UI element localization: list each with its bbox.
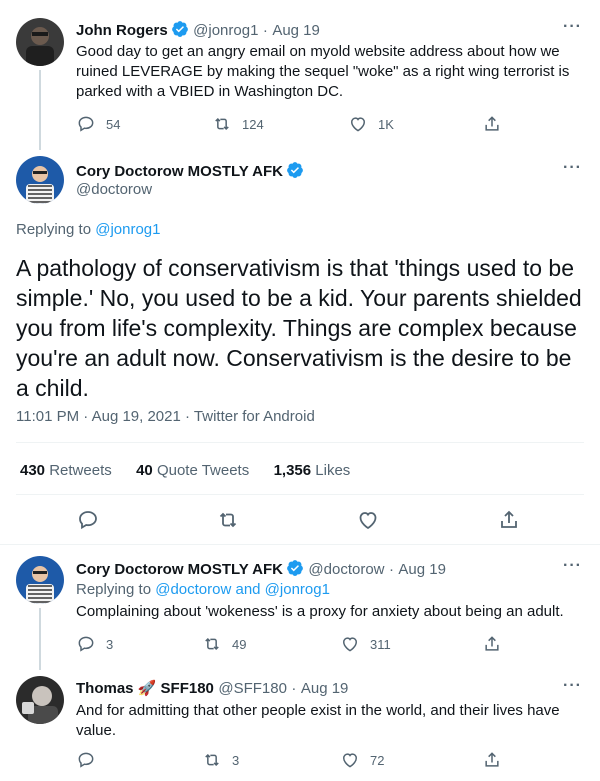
divider	[0, 544, 600, 545]
reply-action[interactable]	[76, 508, 100, 532]
retweet-icon	[219, 512, 237, 528]
author-handle[interactable]: @doctorow	[308, 561, 384, 578]
share-icon	[485, 116, 499, 131]
retweet-count: 3	[232, 752, 240, 768]
reply-action[interactable]: 54	[76, 114, 120, 134]
likes-stat[interactable]: 1,356 Likes	[274, 462, 351, 479]
retweet-action[interactable]	[216, 508, 240, 532]
replying-to-link[interactable]: @doctorow and @jonrog1	[155, 581, 330, 598]
main-header: Cory Doctorow MOSTLY AFK	[76, 161, 304, 181]
like-icon	[359, 512, 377, 530]
reply-icon	[79, 511, 97, 530]
reply-count: 3	[106, 636, 114, 652]
like-count: 1K	[378, 116, 394, 132]
separator-dot: ·	[388, 561, 394, 578]
replying-prefix: Replying to	[16, 221, 92, 238]
tweet-stats: 430 Retweets 40 Quote Tweets 1,356 Likes	[20, 462, 350, 479]
retweet-icon	[205, 637, 219, 651]
reply2-header: Thomas 🚀 SFF180 @SFF180 · Aug 19	[76, 679, 348, 698]
replying-to: Replying to @doctorow and @jonrog1	[76, 581, 330, 598]
more-options-icon[interactable]: ···	[563, 160, 582, 176]
share-icon	[501, 510, 517, 528]
author-handle[interactable]: @jonrog1	[193, 22, 258, 39]
retweet-icon	[205, 753, 219, 767]
tweet-text: Good day to get an angry email on myold …	[76, 43, 570, 100]
tweet-text: And for admitting that other people exis…	[76, 702, 560, 739]
share-action[interactable]	[482, 634, 502, 654]
tweet-date[interactable]: Aug 19	[272, 22, 320, 39]
share-icon	[485, 636, 499, 651]
author-name[interactable]: Cory Doctorow MOSTLY AFK	[76, 163, 283, 180]
share-icon	[485, 752, 499, 767]
retweet-action[interactable]: 3	[202, 750, 239, 770]
retweet-count: 49	[232, 636, 247, 652]
replying-to: Replying to @jonrog1	[16, 221, 161, 238]
share-action[interactable]	[482, 114, 502, 134]
author-name[interactable]: John Rogers	[76, 22, 168, 39]
author-name[interactable]: Thomas 🚀 SFF180	[76, 680, 214, 697]
more-options-icon[interactable]: ···	[563, 558, 582, 574]
retweet-action[interactable]: 49	[202, 634, 246, 654]
more-options-icon[interactable]: ···	[563, 678, 582, 694]
avatar-thomas[interactable]	[16, 676, 64, 724]
author-handle[interactable]: @SFF180	[218, 680, 287, 697]
avatar-cory-doctorow[interactable]	[16, 156, 64, 204]
reply-icon	[78, 636, 94, 652]
separator-dot: ·	[291, 680, 297, 697]
tweet-text: Complaining about 'wokeness' is a proxy …	[76, 603, 564, 620]
tweet-date[interactable]: Aug 19	[301, 680, 349, 697]
reply-action[interactable]	[76, 750, 106, 770]
verified-badge-icon	[287, 162, 303, 178]
author-handle[interactable]: @doctorow	[76, 181, 152, 198]
more-options-icon[interactable]: ···	[563, 19, 582, 35]
reply-icon	[78, 116, 94, 132]
verified-badge-icon	[171, 21, 188, 37]
reply-count: 54	[106, 116, 121, 132]
thread-line	[39, 70, 41, 150]
retweet-count: 124	[242, 116, 264, 132]
retweet-icon	[215, 117, 229, 131]
like-icon	[342, 637, 358, 652]
quote-tweets-stat[interactable]: 40 Quote Tweets	[136, 462, 249, 479]
replying-prefix: Replying to	[76, 581, 152, 598]
share-action[interactable]	[482, 750, 502, 770]
avatar-cory-doctorow[interactable]	[16, 556, 64, 604]
divider	[16, 442, 584, 443]
like-action[interactable]	[356, 508, 380, 532]
avatar-john-rogers[interactable]	[16, 18, 64, 66]
divider	[16, 494, 584, 495]
like-count: 311	[370, 636, 391, 652]
replying-to-link[interactable]: @jonrog1	[95, 221, 160, 238]
thread-line	[39, 608, 41, 670]
reply-icon	[78, 752, 94, 768]
retweet-action[interactable]: 124	[212, 114, 264, 134]
share-action[interactable]	[497, 508, 521, 532]
retweets-stat[interactable]: 430 Retweets	[20, 462, 112, 479]
like-action[interactable]: 311	[340, 634, 391, 654]
like-icon	[350, 117, 366, 132]
tweet1-header: John Rogers @jonrog1 · Aug 19	[76, 20, 320, 40]
tweet-timestamp[interactable]: 11:01 PM · Aug 19, 2021 · Twitter for An…	[16, 408, 315, 425]
reply-action[interactable]: 3	[76, 634, 113, 654]
rocket-emoji: 🚀	[137, 680, 157, 697]
author-name[interactable]: Cory Doctorow MOSTLY AFK	[76, 561, 283, 578]
like-count: 72	[370, 752, 385, 768]
main-tweet-text: A pathology of conservativism is that 't…	[16, 255, 582, 401]
reply1-header: Cory Doctorow MOSTLY AFK @doctorow · Aug…	[76, 559, 446, 579]
tweet-date[interactable]: Aug 19	[398, 561, 446, 578]
like-icon	[342, 753, 358, 768]
separator-dot: ·	[262, 22, 268, 39]
verified-badge-icon	[287, 560, 303, 576]
like-action[interactable]: 1K	[348, 114, 394, 134]
like-action[interactable]: 72	[340, 750, 384, 770]
